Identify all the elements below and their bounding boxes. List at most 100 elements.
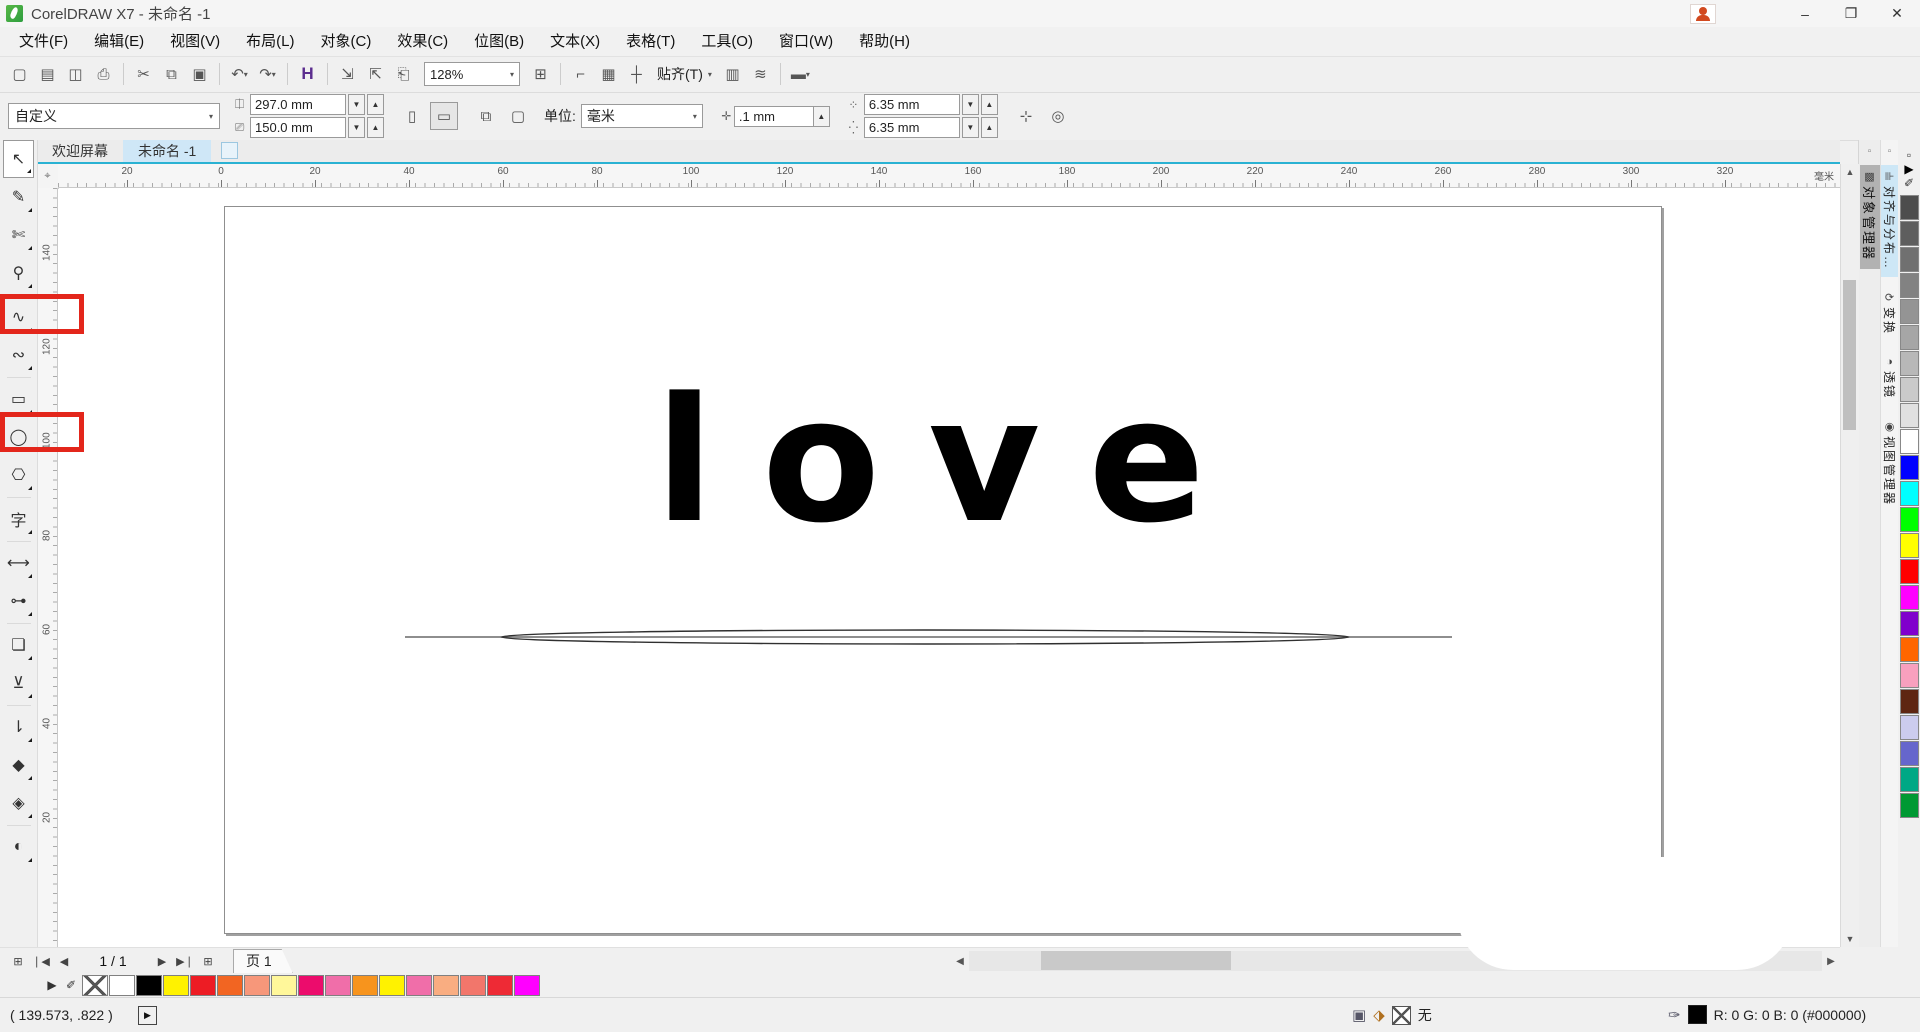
color-swatch[interactable] bbox=[1899, 637, 1919, 662]
color-swatch[interactable] bbox=[1899, 377, 1919, 402]
treat-as-filled-button[interactable]: ⊹ bbox=[1012, 102, 1040, 130]
color-swatch[interactable] bbox=[1899, 195, 1919, 220]
color-swatch[interactable] bbox=[1899, 481, 1919, 506]
nudge-spin-up[interactable]: ▲ bbox=[812, 105, 830, 127]
new-tab-icon[interactable] bbox=[221, 142, 239, 159]
export-icon[interactable]: ⇱ bbox=[362, 61, 389, 87]
prev-page-button[interactable]: ◀ bbox=[54, 955, 74, 968]
dupx-spin-down[interactable]: ▼ bbox=[961, 94, 979, 115]
docker-pin-icon[interactable]: ▫ bbox=[1868, 146, 1872, 157]
eyedropper-tool[interactable]: ⇂ bbox=[3, 708, 34, 746]
next-page-button[interactable]: ▶ bbox=[152, 955, 172, 968]
polygon-tool[interactable]: ⎔ bbox=[3, 456, 34, 494]
color-swatch[interactable] bbox=[1899, 559, 1919, 584]
duplicate-x-field[interactable]: 6.35 mm bbox=[863, 94, 960, 115]
color-eyedropper-icon[interactable]: ✐ bbox=[63, 978, 79, 992]
color-swatch[interactable] bbox=[1899, 403, 1919, 428]
menu-object[interactable]: 对象(C) bbox=[308, 27, 385, 56]
docker-tab-align-distribute[interactable]: ⊪ 对齐与分布… bbox=[1880, 165, 1899, 278]
scroll-left-icon[interactable]: ◀ bbox=[951, 948, 969, 974]
text-tool[interactable]: 字 bbox=[3, 500, 34, 538]
undo-icon[interactable]: ↶ ▾ bbox=[226, 61, 253, 87]
snap-to-dropdown[interactable]: 贴齐(T) ▾ bbox=[651, 64, 718, 84]
width-spin-down[interactable]: ▼ bbox=[348, 94, 365, 115]
connector-tool[interactable]: ⊶ bbox=[3, 582, 34, 620]
color-swatch[interactable] bbox=[379, 974, 405, 996]
color-swatch[interactable] bbox=[1899, 221, 1919, 246]
height-spin-up[interactable]: ▲ bbox=[367, 117, 384, 138]
vertical-scroll-thumb[interactable] bbox=[1843, 280, 1856, 430]
shape-tool[interactable]: ✎ bbox=[3, 178, 34, 216]
landscape-button[interactable]: ▭ bbox=[430, 102, 458, 130]
restore-button[interactable]: ❐ bbox=[1828, 0, 1874, 27]
horizontal-scroll-thumb[interactable] bbox=[1041, 951, 1231, 970]
scroll-up-icon[interactable]: ▲ bbox=[1841, 167, 1859, 177]
color-swatch[interactable] bbox=[433, 974, 459, 996]
color-swatch[interactable] bbox=[1899, 715, 1919, 740]
color-swatch[interactable] bbox=[163, 974, 189, 996]
show-guidelines-icon[interactable]: ┼ bbox=[623, 61, 650, 87]
color-swatch[interactable] bbox=[1899, 273, 1919, 298]
page-size-preset-select[interactable]: 自定义 ▾ bbox=[8, 103, 220, 129]
color-swatch[interactable] bbox=[1899, 663, 1919, 688]
dimension-tool[interactable]: ⟷ bbox=[3, 544, 34, 582]
ruler-origin-icon[interactable]: ⌖ bbox=[37, 164, 59, 189]
palette-options-icon[interactable]: ▫ bbox=[1901, 148, 1917, 162]
color-swatch[interactable] bbox=[1899, 793, 1919, 818]
color-swatch[interactable] bbox=[1899, 611, 1919, 636]
color-swatch[interactable] bbox=[1899, 507, 1919, 532]
artistic-media-tool[interactable]: ∾ bbox=[3, 336, 34, 374]
color-swatch[interactable] bbox=[1899, 351, 1919, 376]
height-spin-down[interactable]: ▼ bbox=[348, 117, 365, 138]
crop-tool[interactable]: ✄ bbox=[3, 216, 34, 254]
color-swatch[interactable] bbox=[1899, 741, 1919, 766]
duplicate-y-field[interactable]: 6.35 mm bbox=[863, 117, 960, 138]
open-icon[interactable]: ▤ bbox=[34, 61, 61, 87]
tab-welcome[interactable]: 欢迎屏幕 bbox=[37, 140, 123, 162]
menu-file[interactable]: 文件(F) bbox=[6, 27, 81, 56]
palette-flyout-icon[interactable]: ▶ bbox=[44, 978, 60, 992]
show-rulers-icon[interactable]: ⌐ bbox=[567, 61, 594, 87]
tab-untitled-1[interactable]: 未命名 -1 bbox=[123, 140, 212, 162]
color-swatch[interactable] bbox=[1899, 767, 1919, 792]
document-options-button[interactable]: ◎ bbox=[1044, 102, 1072, 130]
color-swatch[interactable] bbox=[1899, 429, 1919, 454]
extrude-tool[interactable]: ❏ bbox=[3, 626, 34, 664]
first-page-button[interactable]: ❘◀ bbox=[31, 955, 51, 968]
zoom-tool[interactable]: ⚲ bbox=[3, 254, 34, 292]
docker-tab-view-manager[interactable]: ◉ 视图管理器 bbox=[1881, 415, 1899, 513]
dupy-spin-up[interactable]: ▲ bbox=[980, 117, 998, 138]
minimize-button[interactable]: – bbox=[1782, 0, 1828, 27]
color-swatch[interactable] bbox=[1899, 533, 1919, 558]
save-icon[interactable]: ◫ bbox=[62, 61, 89, 87]
canvas-ellipse-object[interactable] bbox=[225, 207, 1661, 933]
import-icon[interactable]: ⇲ bbox=[334, 61, 361, 87]
menu-window[interactable]: 窗口(W) bbox=[766, 27, 846, 56]
color-swatch[interactable] bbox=[136, 974, 162, 996]
color-swatch[interactable] bbox=[1899, 689, 1919, 714]
pick-tool[interactable]: ↖ bbox=[3, 140, 34, 178]
all-pages-button[interactable]: ⧉ bbox=[472, 102, 500, 130]
color-swatch[interactable] bbox=[82, 974, 108, 996]
units-select[interactable]: 毫米 ▾ bbox=[580, 104, 703, 128]
scroll-down-icon[interactable]: ▼ bbox=[1841, 934, 1859, 944]
color-swatch[interactable] bbox=[352, 974, 378, 996]
menu-text[interactable]: 文本(X) bbox=[537, 27, 613, 56]
page-height-field[interactable]: 150.0 mm bbox=[250, 117, 346, 138]
docker-tab-transform[interactable]: ⟳ 变换 bbox=[1881, 286, 1899, 342]
status-expand-button[interactable]: ▶ bbox=[138, 1006, 157, 1025]
horizontal-ruler[interactable]: 20 0 20 40 60 80 100 120 140 160 180 200 220 240 260 28… bbox=[58, 164, 1840, 188]
redo-icon[interactable]: ↷ ▾ bbox=[254, 61, 281, 87]
fullscreen-preview-icon[interactable]: ⊞ bbox=[527, 61, 554, 87]
color-swatch[interactable] bbox=[514, 974, 540, 996]
show-grid-icon[interactable]: ▦ bbox=[595, 61, 622, 87]
toolbar-overflow-icon[interactable]: ▬ ▾ bbox=[787, 61, 814, 87]
color-swatch[interactable] bbox=[1899, 247, 1919, 272]
last-page-button[interactable]: ▶❘ bbox=[175, 955, 195, 968]
color-swatch[interactable] bbox=[1899, 455, 1919, 480]
color-swatch[interactable] bbox=[1899, 325, 1919, 350]
options-icon[interactable]: ▥ bbox=[719, 61, 746, 87]
menu-effects[interactable]: 效果(C) bbox=[384, 27, 461, 56]
interactive-fill-tool[interactable]: ◈ bbox=[3, 784, 34, 822]
smart-fill-tool[interactable]: ◆ bbox=[3, 746, 34, 784]
